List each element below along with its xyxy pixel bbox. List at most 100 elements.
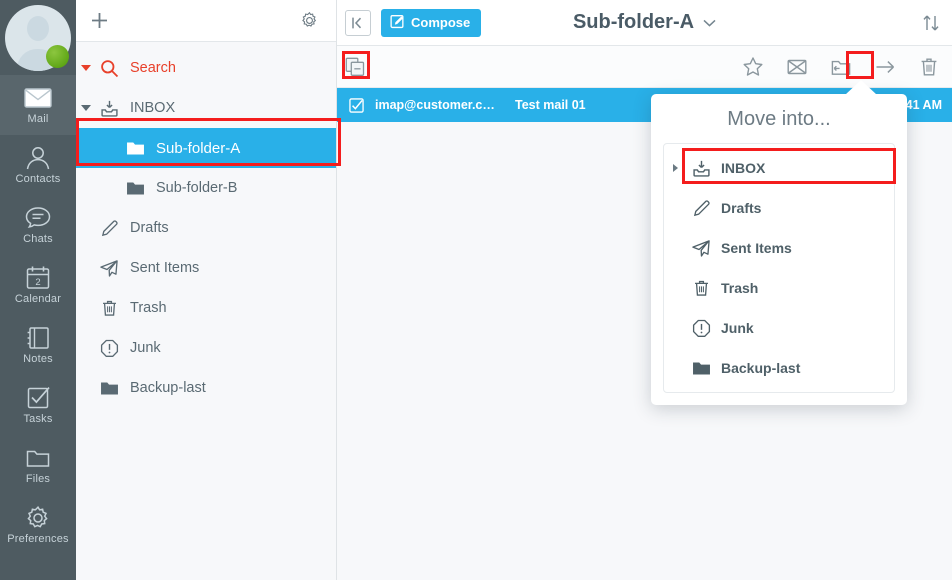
forward-button[interactable] <box>874 56 896 78</box>
popup-title: Move into... <box>727 108 831 130</box>
folder-icon <box>686 360 716 376</box>
svg-text:2: 2 <box>35 277 40 288</box>
popup-item-label: INBOX <box>721 160 766 176</box>
add-folder-button[interactable] <box>90 11 109 30</box>
sidebar-item-label: Files <box>25 472 51 485</box>
sidebar-item-mail[interactable]: Mail <box>0 75 76 135</box>
folder-item-sub-folder-b[interactable]: Sub-folder-B <box>76 168 336 208</box>
popup-item-trash[interactable]: Trash <box>664 268 894 308</box>
chevron-right-icon[interactable] <box>664 164 686 172</box>
mail-icon <box>24 85 52 111</box>
sidebar-item-notes[interactable]: Notes <box>0 315 76 375</box>
folder-item-drafts[interactable]: Drafts <box>76 208 336 248</box>
search-icon <box>96 59 122 78</box>
junk-icon <box>96 339 122 358</box>
popup-item-junk[interactable]: Junk <box>664 308 894 348</box>
junk-icon <box>686 319 716 338</box>
folder-item-backup-last[interactable]: Backup-last <box>76 368 336 408</box>
compose-button[interactable]: Compose <box>381 8 482 37</box>
folder-item-sent-items[interactable]: Sent Items <box>76 248 336 288</box>
popup-item-label: Junk <box>721 320 754 336</box>
mail-sender: imap@customer.c… <box>375 98 495 112</box>
folder-item-junk[interactable]: Junk <box>76 328 336 368</box>
folder-item-label: Trash <box>130 300 167 316</box>
contacts-icon <box>24 145 52 171</box>
mail-subject: Test mail 01 <box>515 98 586 112</box>
page-title-text: Sub-folder-A <box>572 11 695 33</box>
checkbox-checked-icon[interactable] <box>349 97 375 113</box>
move-into-popup: Move into... INBOX Drafts Sent Items Tra… <box>651 80 907 405</box>
avatar[interactable] <box>0 0 76 75</box>
folder-item-search[interactable]: Search <box>76 48 336 88</box>
sidebar-item-tasks[interactable]: Tasks <box>0 375 76 435</box>
folder-item-label: Drafts <box>130 220 169 236</box>
popup-arrow-icon <box>845 80 877 95</box>
trash-icon <box>686 279 716 298</box>
calendar-icon: 2 <box>24 265 52 291</box>
folder-icon <box>122 140 148 156</box>
inbox-icon <box>96 99 122 118</box>
sidebar-item-label: Contacts <box>15 172 61 185</box>
flag-button[interactable] <box>742 56 764 78</box>
folder-list: Search INBOX Sub-folder-A Sub-folder-B D… <box>76 42 336 408</box>
notes-icon <box>24 325 52 351</box>
sidebar-item-preferences[interactable]: Preferences <box>0 495 76 555</box>
folder-icon <box>96 380 122 396</box>
mark-unread-button[interactable] <box>786 56 808 78</box>
sidebar-item-calendar[interactable]: 2 Calendar <box>0 255 76 315</box>
compose-label: Compose <box>411 15 471 30</box>
popup-item-label: Backup-last <box>721 360 801 376</box>
popup-item-sent-items[interactable]: Sent Items <box>664 228 894 268</box>
folder-item-label: INBOX <box>130 100 176 116</box>
compose-pencil-icon <box>390 14 405 32</box>
folder-item-label: Sent Items <box>130 260 200 276</box>
app-rail: Mail Contacts Chats 2 Calendar Notes Tas… <box>0 0 76 580</box>
back-button[interactable] <box>345 9 371 36</box>
popup-item-label: Sent Items <box>721 240 792 256</box>
folder-settings-button[interactable] <box>300 11 319 30</box>
folder-item-sub-folder-a[interactable]: Sub-folder-A <box>76 128 336 168</box>
sidebar-item-label: Chats <box>23 232 53 245</box>
folder-item-label: Sub-folder-A <box>156 139 241 157</box>
sidebar-item-files[interactable]: Files <box>0 435 76 495</box>
presence-online-indicator <box>46 45 69 68</box>
folder-icon <box>122 180 148 196</box>
popup-folder-list: INBOX Drafts Sent Items Trash Junk Backu… <box>663 143 896 393</box>
popup-item-label: Drafts <box>721 200 762 216</box>
pencil-icon <box>686 199 716 218</box>
sort-button[interactable] <box>920 12 942 34</box>
popup-item-label: Trash <box>721 280 759 296</box>
top-toolbar: Compose Sub-folder-A <box>337 0 952 46</box>
popup-item-backup-last[interactable]: Backup-last <box>664 348 894 388</box>
popup-item-inbox[interactable]: INBOX <box>664 148 894 188</box>
mail-app-window: Mail Contacts Chats 2 Calendar Notes Tas… <box>0 0 952 580</box>
folder-item-label: Search <box>130 60 176 76</box>
action-buttons-group <box>742 56 940 78</box>
chevron-down-icon[interactable] <box>76 105 96 111</box>
move-to-folder-button[interactable] <box>830 56 852 78</box>
trash-icon <box>96 299 122 318</box>
sidebar-item-label: Calendar <box>14 292 62 305</box>
folder-pane-header <box>76 0 336 42</box>
folder-item-trash[interactable]: Trash <box>76 288 336 328</box>
sidebar-item-label: Mail <box>27 112 49 125</box>
inbox-icon <box>686 159 716 178</box>
tasks-icon <box>24 385 52 411</box>
folder-item-inbox[interactable]: INBOX <box>76 88 336 128</box>
chevron-down-icon[interactable] <box>76 65 96 71</box>
folder-item-label: Sub-folder-B <box>156 180 238 196</box>
files-icon <box>24 445 52 471</box>
multi-select-button[interactable] <box>345 57 365 77</box>
delete-button[interactable] <box>918 56 940 78</box>
sidebar-item-chats[interactable]: Chats <box>0 195 76 255</box>
chats-icon <box>24 205 52 231</box>
chevron-down-icon[interactable] <box>703 14 716 31</box>
pencil-icon <box>96 219 122 238</box>
popup-item-drafts[interactable]: Drafts <box>664 188 894 228</box>
gear-icon <box>24 505 52 531</box>
folder-item-label: Junk <box>130 340 161 356</box>
folder-pane: Search INBOX Sub-folder-A Sub-folder-B D… <box>76 0 337 580</box>
sidebar-item-contacts[interactable]: Contacts <box>0 135 76 195</box>
folder-item-label: Backup-last <box>130 380 206 396</box>
sidebar-item-label: Tasks <box>23 412 53 425</box>
